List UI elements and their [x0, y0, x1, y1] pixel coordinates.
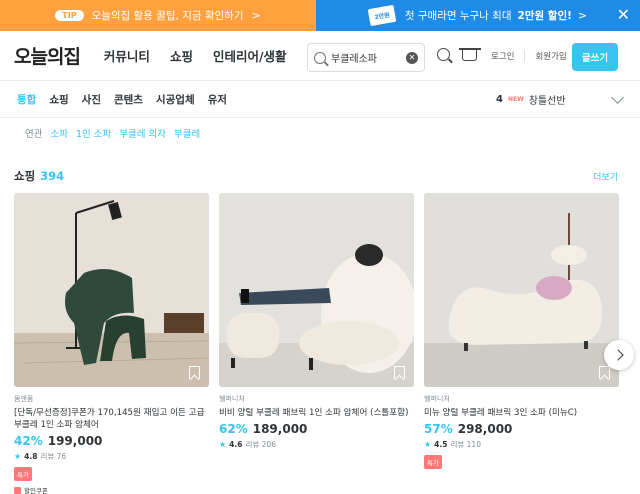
sale-badge: 특가	[14, 467, 32, 481]
rating-row: ★ 4.5 리뷰 110	[424, 439, 619, 450]
first-purchase-text: 첫 구매라면 누구나 최대	[404, 10, 512, 22]
discount-rate: 42%	[14, 434, 43, 448]
product-image[interactable]	[14, 193, 209, 387]
white-sofa-image	[424, 193, 619, 387]
signup-link[interactable]: 회원가입	[524, 50, 567, 62]
logo[interactable]: 오늘의집	[14, 42, 81, 69]
related-keyword[interactable]: 1인 소파	[76, 126, 111, 150]
rating: 4.8	[24, 452, 38, 461]
product-name[interactable]: [단독/무선증정]쿠폰가 170,145원 재입고 이든 고급 부클레 1인 소…	[14, 407, 209, 431]
product-brand: 웰퍼니처	[424, 395, 450, 403]
review-count: 리뷰 76	[40, 452, 67, 461]
cart-icon[interactable]	[459, 48, 481, 61]
trending-keyword[interactable]: 4 NEW 창틀선반	[496, 92, 566, 107]
chevron-right-icon: >	[577, 9, 588, 22]
product-brand: 몸앤몸	[14, 395, 34, 403]
clear-search-icon[interactable]: ✕	[406, 51, 418, 64]
price-row: 57% 298,000	[424, 422, 619, 436]
chevron-down-icon[interactable]	[611, 91, 624, 104]
close-icon[interactable]: ✕	[617, 6, 630, 24]
tab-contents[interactable]: 콘텐츠	[114, 92, 143, 107]
carousel-next-button[interactable]	[604, 340, 634, 370]
discount-rate: 62%	[219, 422, 248, 436]
section-title: 쇼핑 394	[14, 168, 64, 184]
main-nav: 커뮤니티 쇼핑 인테리어/생활	[104, 46, 287, 65]
product-image[interactable]	[424, 193, 619, 387]
tab-photos[interactable]: 사진	[82, 92, 101, 107]
review-count: 리뷰 206	[245, 440, 276, 449]
search-icon[interactable]	[437, 48, 450, 61]
coupon-label: 할인쿠폰	[24, 487, 48, 494]
trending-rank: 4	[496, 94, 503, 105]
shopping-section-header: 쇼핑 394 더보기	[14, 168, 618, 184]
related-keyword[interactable]: 부클레	[174, 126, 200, 150]
discount-rate: 57%	[424, 422, 453, 436]
bookmark-icon[interactable]	[189, 366, 200, 379]
related-keyword[interactable]: 소파	[50, 126, 67, 150]
star-icon: ★	[219, 440, 227, 449]
first-purchase-banner[interactable]: 2만원 첫 구매라면 누구나 최대 2만원 할인! > ✕	[316, 0, 640, 31]
search-tabs: 통합 쇼핑 사진 콘텐츠 시공업체 유저 4 NEW 창틀선반	[0, 81, 640, 118]
search-value[interactable]: 부클레소파	[331, 50, 401, 65]
product-card[interactable]: 몸앤몸 [단독/무선증정]쿠폰가 170,145원 재입고 이든 고급 부클레 …	[14, 193, 209, 494]
header-icons	[437, 48, 481, 61]
auth-links: 로그인 회원가입	[491, 50, 567, 62]
tab-shopping[interactable]: 쇼핑	[49, 92, 68, 107]
coupon-icon	[14, 486, 21, 494]
related-label: 연관	[25, 129, 43, 140]
price: 189,000	[252, 422, 308, 436]
site-header: 오늘의집 커뮤니티 쇼핑 인테리어/생활 부클레소파 ✕ 로그인 회원가입 글쓰…	[0, 31, 640, 81]
login-link[interactable]: 로그인	[491, 50, 514, 62]
rating-row: ★ 4.8 리뷰 76	[14, 451, 209, 462]
product-name[interactable]: 비비 양털 부클레 패브릭 1인 소파 암체어 (스툴포함)	[219, 407, 414, 419]
tab-users[interactable]: 유저	[208, 92, 227, 107]
first-purchase-highlight: 2만원 할인!	[517, 10, 572, 22]
bookmark-icon[interactable]	[599, 366, 610, 379]
rating: 4.6	[229, 440, 243, 449]
top-banners: TIP 오늘의집 활용 꿀팁, 지금 확인하기 > 2만원 첫 구매라면 누구나…	[0, 0, 640, 31]
new-badge: NEW	[507, 96, 524, 103]
more-link[interactable]: 더보기	[593, 170, 618, 183]
nav-interior[interactable]: 인테리어/생활	[213, 46, 287, 65]
tip-banner-text: 오늘의집 활용 꿀팁, 지금 확인하기	[91, 10, 244, 22]
green-armchair-image	[14, 193, 209, 387]
chevron-right-icon: >	[251, 9, 261, 22]
product-name[interactable]: 미뉴 양털 부클레 패브릭 3인 소파 (미뉴C)	[424, 407, 619, 419]
related-keywords: 연관 소파 1인 소파 부클레 의자 부클레	[0, 118, 640, 150]
rating-row: ★ 4.6 리뷰 206	[219, 439, 414, 450]
result-count: 394	[40, 169, 65, 183]
product-image[interactable]	[219, 193, 414, 387]
related-keyword[interactable]: 부클레 의자	[119, 126, 166, 150]
coupon-badge: 할인쿠폰	[14, 485, 209, 494]
star-icon: ★	[14, 452, 22, 461]
product-card[interactable]: 웰퍼니처 비비 양털 부클레 패브릭 1인 소파 암체어 (스툴포함) 62% …	[219, 193, 414, 494]
white-armchair-image	[219, 193, 414, 387]
price-row: 42% 199,000	[14, 434, 209, 448]
tab-contractors[interactable]: 시공업체	[156, 92, 195, 107]
product-brand: 웰퍼니처	[219, 395, 245, 403]
section-title-text: 쇼핑	[14, 169, 36, 183]
review-count: 리뷰 110	[450, 440, 481, 449]
tip-banner[interactable]: TIP 오늘의집 활용 꿀팁, 지금 확인하기 >	[0, 0, 316, 31]
nav-shopping[interactable]: 쇼핑	[170, 46, 193, 65]
product-list: 몸앤몸 [단독/무선증정]쿠폰가 170,145원 재입고 이든 고급 부클레 …	[14, 193, 619, 494]
sale-badge: 특가	[424, 455, 442, 469]
tab-all[interactable]: 통합	[17, 92, 36, 107]
tip-pill: TIP	[55, 10, 84, 21]
search-input[interactable]: 부클레소파 ✕	[307, 43, 425, 72]
rating: 4.5	[434, 440, 448, 449]
star-icon: ★	[424, 440, 432, 449]
price-row: 62% 189,000	[219, 422, 414, 436]
price: 199,000	[47, 434, 103, 448]
nav-community[interactable]: 커뮤니티	[104, 46, 150, 65]
product-card[interactable]: 웰퍼니처 미뉴 양털 부클레 패브릭 3인 소파 (미뉴C) 57% 298,0…	[424, 193, 619, 494]
bookmark-icon[interactable]	[394, 366, 405, 379]
price: 298,000	[457, 422, 513, 436]
coupon-icon: 2만원	[367, 4, 397, 27]
write-button[interactable]: 글쓰기	[572, 43, 618, 71]
search-icon	[314, 51, 326, 64]
trending-keyword-text: 창틀선반	[528, 96, 566, 107]
